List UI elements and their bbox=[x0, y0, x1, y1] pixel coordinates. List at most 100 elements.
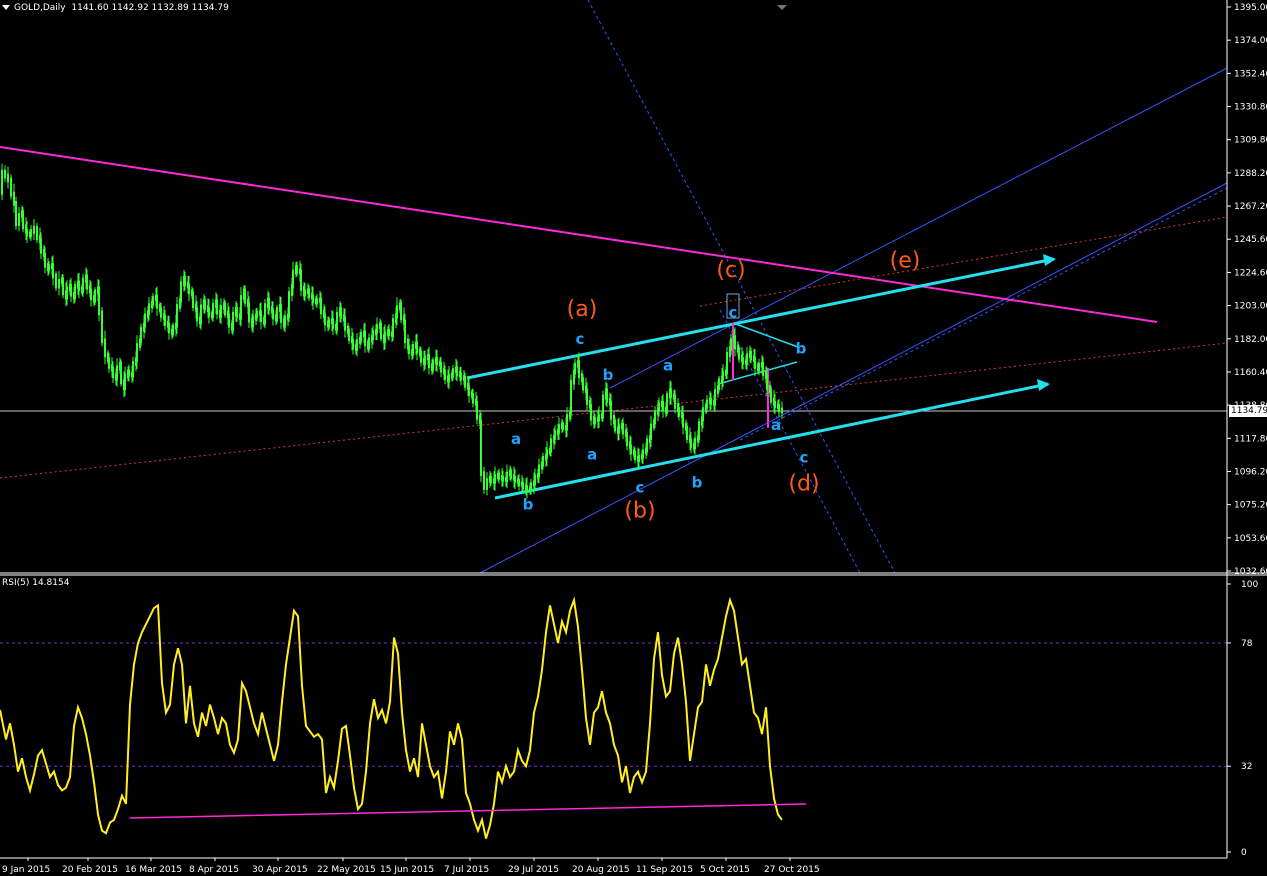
candle-body bbox=[120, 361, 122, 385]
candle-body bbox=[582, 377, 584, 391]
wave-label-blue: a bbox=[663, 356, 673, 374]
fan-line-steep bbox=[587, 0, 896, 574]
candle-body bbox=[40, 238, 42, 254]
candle-body bbox=[98, 286, 100, 316]
candle-body bbox=[232, 311, 234, 331]
candle-body bbox=[694, 437, 696, 450]
shift-marker-icon bbox=[777, 5, 787, 10]
candle-series bbox=[1, 163, 783, 499]
axes: 1395.00 1374.00 1352.40 1330.80 1309.80 1288.… bbox=[0, 0, 1267, 875]
candle-body bbox=[460, 372, 462, 380]
candle-body bbox=[324, 313, 326, 326]
time-tick-label: 15 Jun 2015 bbox=[380, 865, 434, 875]
candle-body bbox=[428, 354, 430, 369]
candle-body bbox=[140, 326, 142, 344]
candle-body bbox=[132, 361, 134, 378]
candle-body bbox=[104, 338, 106, 358]
wave-label-blue: b bbox=[523, 495, 534, 513]
arrow-head-lower-icon bbox=[1037, 379, 1050, 391]
wave-label-blue: a bbox=[771, 416, 781, 434]
candle-body bbox=[66, 286, 68, 300]
chart-canvas: (a)(b)(c)(d)(e)abcabcabcbac 1395.001374.… bbox=[0, 0, 1267, 875]
candle-body bbox=[674, 394, 676, 409]
candle-body bbox=[436, 357, 438, 366]
time-tick-label: 27 Oct 2015 bbox=[764, 865, 820, 875]
candle-body bbox=[348, 329, 350, 341]
candle-body bbox=[538, 464, 540, 478]
wave-label-blue: c bbox=[576, 330, 585, 348]
candle-body bbox=[320, 297, 322, 315]
candle-body bbox=[682, 413, 684, 428]
candle-body bbox=[746, 353, 748, 365]
wave-upper-trendline bbox=[466, 257, 1055, 380]
channel-line-upper bbox=[609, 67, 1228, 389]
candle-body bbox=[388, 329, 390, 337]
candle-body bbox=[172, 324, 174, 336]
price-tick-label: 1224.60 bbox=[1234, 268, 1267, 278]
candle-body bbox=[256, 311, 258, 319]
candle-body bbox=[734, 335, 736, 350]
candle-body bbox=[574, 362, 576, 375]
candle-body bbox=[74, 284, 76, 300]
candle-body bbox=[376, 324, 378, 334]
candle-body bbox=[412, 343, 414, 356]
candle-body bbox=[778, 404, 780, 413]
rsi-tick-label: 100 bbox=[1241, 580, 1258, 590]
candle-body bbox=[22, 210, 24, 230]
candle-body bbox=[228, 313, 230, 328]
candle-body bbox=[456, 366, 458, 376]
channel-line-lower bbox=[479, 182, 1228, 574]
price-tick-label: 1309.80 bbox=[1234, 136, 1267, 146]
candle-body bbox=[440, 361, 442, 373]
candle-body bbox=[702, 407, 704, 422]
price-tick-label: 1053.60 bbox=[1234, 534, 1267, 544]
candle-body bbox=[240, 295, 242, 320]
candle-body bbox=[550, 438, 552, 453]
candle-body bbox=[136, 343, 138, 362]
candle-body bbox=[774, 400, 776, 408]
candle-body bbox=[754, 357, 756, 369]
candle-body bbox=[432, 359, 434, 372]
dropdown-triangle-icon[interactable] bbox=[2, 5, 10, 10]
price-tick-label: 1267.20 bbox=[1234, 202, 1267, 212]
channel-line-mid bbox=[739, 187, 1228, 441]
rsi-series bbox=[0, 596, 807, 839]
candle-body bbox=[722, 371, 724, 381]
candle-body bbox=[148, 303, 150, 316]
time-tick-label: 29 Jul 2015 bbox=[508, 865, 559, 875]
candle-body bbox=[506, 471, 508, 483]
candle-body bbox=[86, 274, 88, 290]
fan-line-secondary bbox=[719, 309, 861, 574]
candle-body bbox=[264, 303, 266, 325]
candle-body bbox=[192, 291, 194, 308]
candle-body bbox=[44, 252, 46, 268]
candle-body bbox=[602, 394, 604, 419]
candle-body bbox=[236, 307, 238, 318]
candle-body bbox=[698, 421, 700, 440]
candle-body bbox=[380, 322, 382, 340]
candle-body bbox=[638, 454, 640, 462]
candle-body bbox=[480, 419, 482, 476]
candle-body bbox=[112, 366, 114, 379]
candle-body bbox=[352, 338, 354, 349]
candle-body bbox=[216, 299, 218, 315]
candle-body bbox=[276, 307, 278, 322]
candle-body bbox=[770, 388, 772, 403]
candle-body bbox=[58, 279, 60, 289]
arrow-head-upper-icon bbox=[1043, 254, 1056, 266]
subwave-line-1 bbox=[732, 322, 799, 348]
candle-body bbox=[152, 296, 154, 306]
candle-body bbox=[614, 419, 616, 432]
candle-body bbox=[530, 482, 532, 492]
candle-body bbox=[224, 302, 226, 316]
wave-label-blue: a bbox=[587, 445, 597, 463]
candle-body bbox=[90, 288, 92, 301]
candle-body bbox=[558, 424, 560, 434]
candle-body bbox=[26, 229, 28, 237]
price-tick-label: 1182.00 bbox=[1234, 335, 1267, 345]
time-tick-label: 16 Mar 2015 bbox=[125, 865, 182, 875]
candle-body bbox=[13, 191, 15, 206]
candle-body bbox=[55, 273, 57, 289]
candle-body bbox=[626, 432, 628, 447]
candle-body bbox=[546, 449, 548, 459]
